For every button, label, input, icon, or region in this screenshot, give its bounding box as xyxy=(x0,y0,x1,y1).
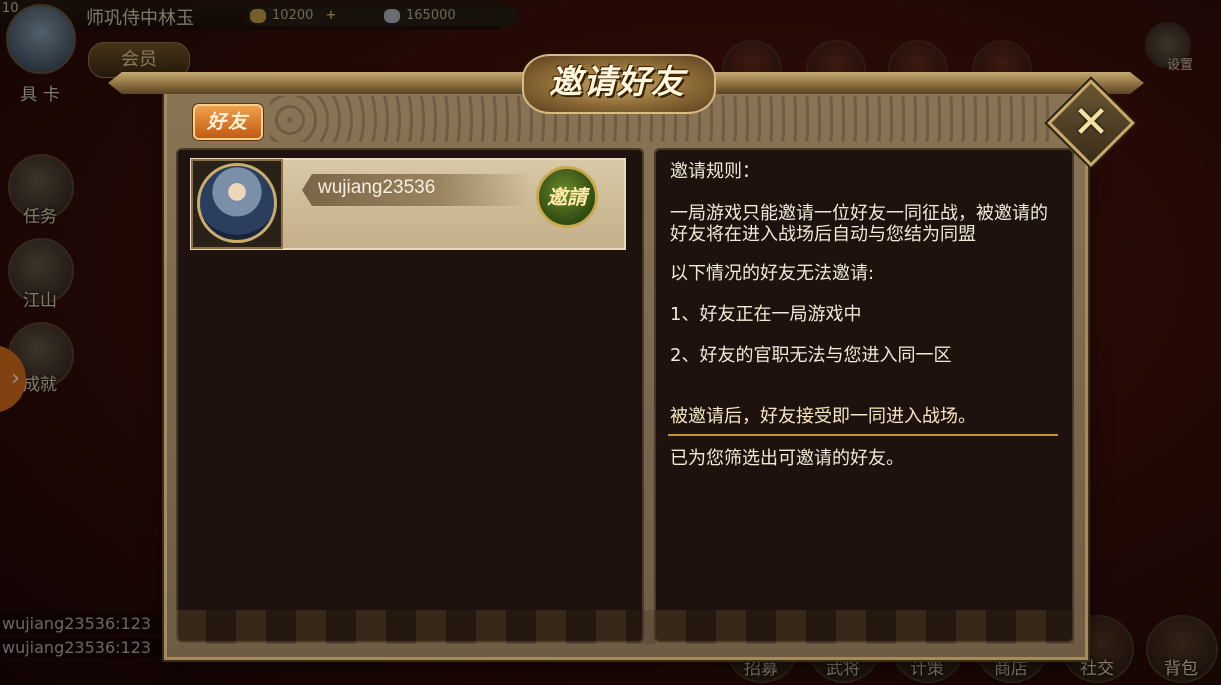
close-icon[interactable]: ✕ xyxy=(1060,92,1122,154)
condition-item: 1、好友正在一局游戏中 xyxy=(670,304,862,325)
filtered-friends-note: 已为您筛选出可邀请的好友。 xyxy=(670,448,904,469)
after-invite-note: 被邀请后，好友接受即一同进入战场。 xyxy=(670,406,976,427)
rules-heading: 邀请规则： xyxy=(670,161,760,182)
conditions-heading: 以下情况的好友无法邀请: xyxy=(670,263,875,284)
rules-description: 一局游戏只能邀请一位好友一同征战，被邀请的好友将在进入战场后自动与您结为同盟 xyxy=(670,203,1048,245)
rules-divider xyxy=(668,434,1058,436)
friend-name: wujiang23536 xyxy=(318,177,436,198)
condition-item: 2、好友的官职无法与您进入同一区 xyxy=(670,345,952,366)
invite-button[interactable]: 邀請 xyxy=(536,166,598,228)
friend-avatar xyxy=(197,163,277,243)
bottom-frame-pattern xyxy=(176,610,1074,644)
tab-friends[interactable]: 好友 xyxy=(193,104,263,140)
dialog-title: 邀请好友 xyxy=(549,62,685,101)
